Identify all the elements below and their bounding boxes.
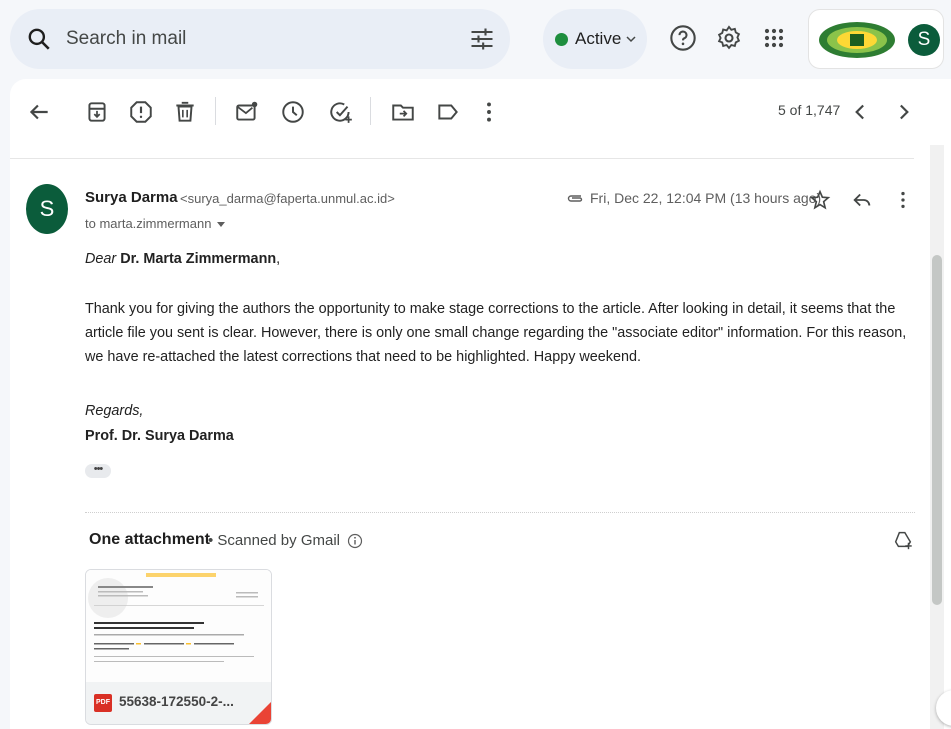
- older-chevron-right-icon[interactable]: [890, 99, 916, 125]
- show-trimmed-content-button[interactable]: •••: [85, 464, 111, 478]
- thumbnail-preview: [86, 570, 271, 682]
- search-bar[interactable]: Search in mail: [10, 9, 510, 69]
- closing: Regards,: [85, 399, 143, 423]
- snooze-icon[interactable]: [280, 99, 306, 125]
- status-dot: [555, 33, 568, 46]
- closing-text: Regards,: [85, 403, 144, 419]
- archive-icon[interactable]: [84, 99, 110, 125]
- search-icon[interactable]: [26, 26, 52, 52]
- message-more-icon[interactable]: [892, 189, 914, 211]
- account-avatar[interactable]: S: [908, 24, 940, 56]
- header-divider: [10, 158, 914, 159]
- recipient-text: to marta.zimmermann: [85, 216, 212, 231]
- status-label: Active: [575, 29, 622, 48]
- star-icon[interactable]: [809, 189, 831, 211]
- greeting-suffix: ,: [276, 251, 281, 267]
- message-toolbar: 5 of 1,747: [10, 79, 951, 145]
- delete-icon[interactable]: [172, 99, 198, 125]
- report-spam-icon[interactable]: [128, 99, 154, 125]
- top-bar: Search in mail Active S: [0, 0, 951, 76]
- attachment-thumbnail: [86, 570, 271, 682]
- sender-email: <surya_darma@faperta.unmul.ac.id>: [180, 191, 395, 206]
- greeting-prefix: Dear: [85, 251, 121, 267]
- sender-avatar[interactable]: S: [26, 184, 68, 234]
- message-count: 5 of 1,747: [778, 102, 841, 118]
- attachments-title: One attachment: [89, 531, 210, 548]
- greeting: Dear Dr. Marta Zimmermann,: [85, 247, 280, 271]
- recipient-details[interactable]: to marta.zimmermann: [85, 216, 226, 231]
- caret-down-icon[interactable]: [217, 222, 226, 228]
- add-to-tasks-icon[interactable]: [328, 99, 354, 125]
- help-icon[interactable]: [669, 24, 697, 52]
- attachment-divider: [85, 512, 915, 513]
- organization-logo: [819, 22, 895, 58]
- search-input[interactable]: Search in mail: [66, 28, 186, 50]
- newer-chevron-left-icon[interactable]: [848, 99, 874, 125]
- status-selector[interactable]: Active: [543, 9, 647, 69]
- apps-icon[interactable]: [760, 24, 788, 52]
- label-icon[interactable]: [435, 99, 461, 125]
- pdf-icon: PDF: [94, 694, 112, 712]
- attachment-clip-icon: [567, 195, 583, 202]
- add-to-drive-icon[interactable]: [892, 529, 914, 551]
- sender-name[interactable]: Surya Darma: [85, 189, 178, 206]
- page-fold-icon: [249, 702, 271, 724]
- signature: Prof. Dr. Surya Darma: [85, 428, 234, 444]
- attachment-footer: PDF 55638-172550-2-...: [86, 682, 271, 724]
- mark-unread-icon[interactable]: [234, 99, 260, 125]
- toolbar-divider: [370, 97, 371, 125]
- chevron-down-icon: [626, 36, 636, 43]
- message-date: Fri, Dec 22, 12:04 PM (13 hours ago): [590, 190, 822, 206]
- more-vert-icon[interactable]: [476, 99, 502, 125]
- attachment-filename: 55638-172550-2-...: [119, 694, 234, 709]
- reply-icon[interactable]: [851, 189, 873, 211]
- back-arrow-icon[interactable]: [26, 99, 52, 125]
- greeting-name: Dr. Marta Zimmermann: [120, 251, 277, 267]
- move-to-icon[interactable]: [390, 99, 416, 125]
- message-body: Thank you for giving the authors the opp…: [85, 301, 907, 365]
- settings-icon[interactable]: [715, 24, 743, 52]
- scrollbar-thumb[interactable]: [932, 255, 942, 605]
- toolbar-divider: [215, 97, 216, 125]
- attachment-card[interactable]: PDF 55638-172550-2-...: [85, 569, 272, 725]
- info-icon[interactable]: [347, 533, 363, 549]
- account-area[interactable]: S: [808, 9, 944, 69]
- scanned-by-gmail: • Scanned by Gmail: [208, 532, 340, 549]
- message-panel: 5 of 1,747 S Surya Darma <surya_darma@fa…: [10, 79, 951, 729]
- tune-icon[interactable]: [468, 25, 496, 53]
